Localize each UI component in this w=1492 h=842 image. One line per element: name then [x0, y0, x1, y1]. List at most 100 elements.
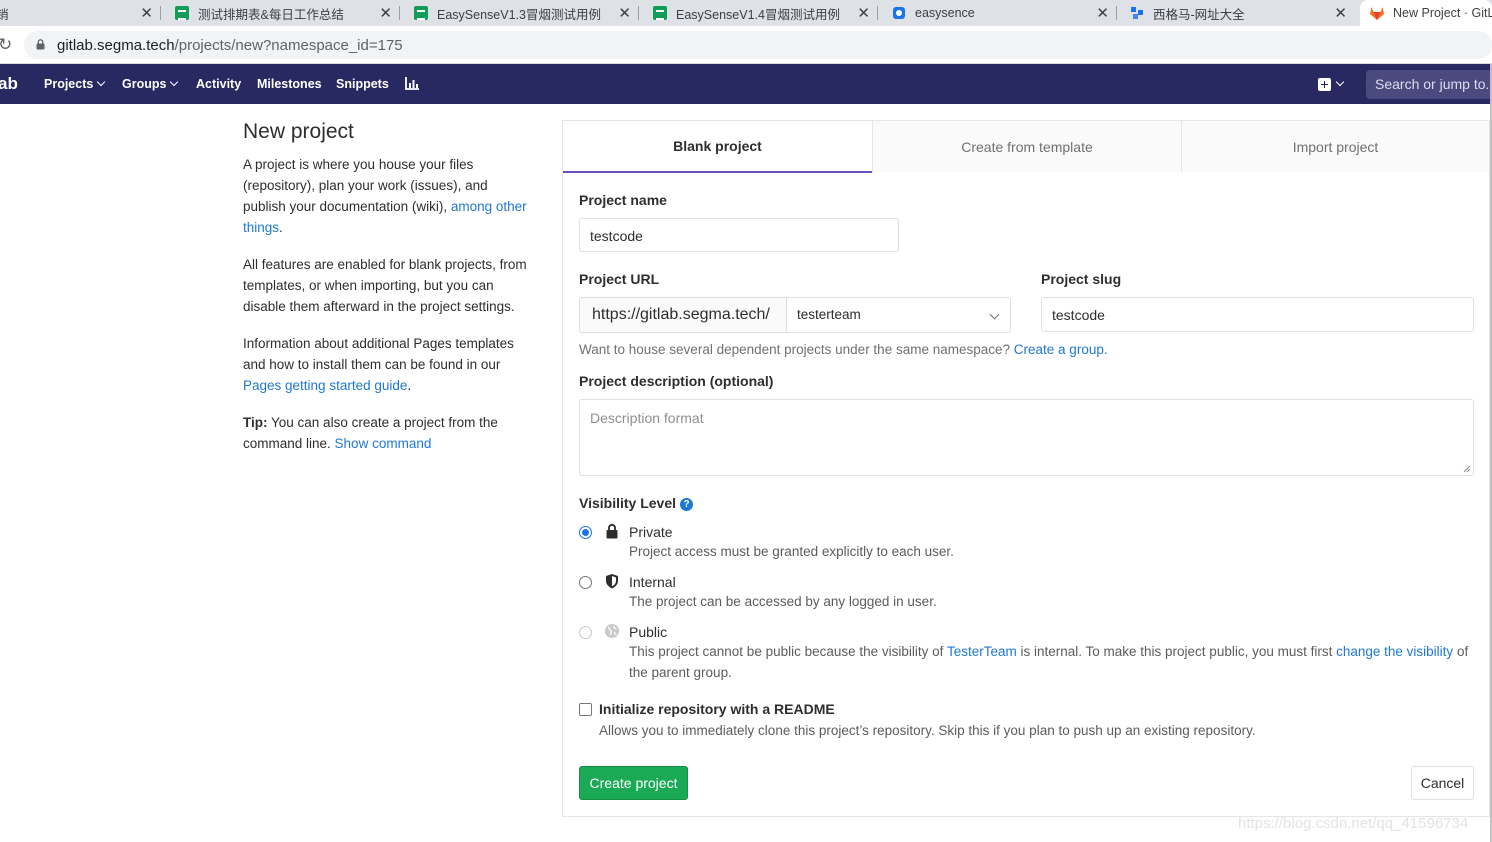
description-textarea[interactable]: Description format [579, 399, 1474, 476]
readme-label[interactable]: Initialize repository with a README [599, 701, 835, 717]
create-group-link[interactable]: Create a group. [1014, 342, 1108, 357]
plus-square-icon [1318, 77, 1331, 91]
chart-icon[interactable] [405, 77, 419, 90]
chevron-down-icon [170, 77, 179, 87]
shield-icon [606, 574, 618, 589]
search-input[interactable]: Search or jump to... [1366, 70, 1492, 99]
new-menu-button[interactable] [1318, 76, 1345, 92]
sheets-icon [175, 6, 189, 20]
project-name-input[interactable]: testcode [579, 218, 899, 252]
cancel-button[interactable]: Cancel [1411, 766, 1474, 800]
nav-groups-label: Groups [122, 77, 167, 91]
app-icon [1131, 7, 1143, 19]
browser-tab-strip: 销 ✕ 测试排期表&每日工作总结 ✕ EasySenseV1.3冒烟测试用例 ✕… [0, 0, 1492, 26]
namespace-help: Want to house several dependent projects… [579, 342, 1108, 357]
tab-import-project[interactable]: Import project [1181, 121, 1489, 172]
url-host: gitlab.segma.tech [57, 37, 175, 54]
gitlab-icon [1370, 7, 1384, 20]
project-slug-label: Project slug [1041, 271, 1122, 287]
sheets-icon [653, 6, 667, 20]
close-icon[interactable]: ✕ [618, 4, 631, 22]
intro-sidebar: New project A project is where you house… [243, 120, 533, 470]
visibility-private-radio[interactable] [579, 526, 592, 539]
browser-tab[interactable]: 西格马-网址大全 ✕ [1130, 0, 1355, 26]
chevron-down-icon [97, 77, 106, 87]
tab-separator [1116, 6, 1117, 20]
close-icon[interactable]: ✕ [140, 4, 153, 22]
browser-tab-active[interactable]: New Project · GitL [1360, 0, 1492, 26]
readme-help: Allows you to immediately clone this pro… [599, 723, 1256, 738]
lock-icon [606, 523, 618, 539]
nav-groups[interactable]: Groups [122, 77, 179, 91]
tab-separator [877, 6, 878, 20]
tab-blank-project[interactable]: Blank project [563, 121, 872, 173]
visibility-label: Visibility Level? [579, 495, 694, 512]
tip-paragraph: Tip: You can also create a project from … [243, 412, 533, 454]
nav-activity[interactable]: Activity [196, 77, 241, 91]
url-text: gitlab.segma.tech/projects/new?namespace… [57, 37, 403, 54]
close-icon[interactable]: ✕ [1096, 4, 1109, 22]
tab-create-from-template[interactable]: Create from template [872, 121, 1181, 172]
url-input[interactable]: gitlab.segma.tech/projects/new?namespace… [24, 31, 1492, 59]
close-icon[interactable]: ✕ [857, 4, 870, 22]
tab-title: New Project · GitL [1393, 6, 1492, 20]
chevron-down-icon [989, 309, 1000, 320]
nav-projects[interactable]: Projects [44, 77, 106, 91]
create-project-button[interactable]: Create project [579, 766, 688, 800]
description-label: Project description (optional) [579, 373, 774, 389]
tab-title: 销 [0, 7, 9, 22]
browser-tab[interactable]: EasySenseV1.4冒烟测试用例 ✕ [653, 0, 878, 26]
intro-text: Information about additional Pages templ… [243, 336, 514, 372]
tab-title: EasySenseV1.4冒烟测试用例 [676, 7, 840, 22]
tab-title: EasySenseV1.3冒烟测试用例 [437, 7, 601, 22]
pages-guide-link[interactable]: Pages getting started guide [243, 378, 407, 393]
testerteam-link[interactable]: TesterTeam [947, 644, 1017, 659]
help-icon[interactable]: ? [680, 498, 694, 511]
nav-milestones[interactable]: Milestones [257, 77, 322, 91]
gitlab-logo-text[interactable]: ab [0, 74, 18, 94]
project-type-tabs: Blank project Create from template Impor… [563, 121, 1489, 173]
visibility-public-desc: This project cannot be public because th… [629, 641, 1474, 683]
nav-snippets[interactable]: Snippets [336, 77, 389, 91]
browser-tab[interactable]: EasySenseV1.3冒烟测试用例 ✕ [414, 0, 639, 26]
intro-text-end: . [407, 378, 412, 393]
tab-title: easysence [915, 6, 975, 20]
description-placeholder: Description format [590, 410, 704, 426]
visibility-private-title: Private [629, 524, 673, 540]
browser-tab[interactable]: 销 ✕ [0, 0, 161, 26]
intro-text-end: . [279, 220, 283, 235]
tip-label: Tip: [243, 415, 268, 430]
chevron-down-icon [1335, 77, 1345, 87]
readme-checkbox[interactable] [579, 703, 592, 716]
visibility-internal-desc: The project can be accessed by any logge… [629, 594, 937, 609]
tab-separator [638, 6, 639, 20]
globe-icon [605, 624, 619, 638]
gitlab-navbar: ab Projects Groups Activity Milestones S… [0, 64, 1492, 104]
close-icon[interactable]: ✕ [379, 4, 392, 22]
browser-address-bar: ↻ gitlab.segma.tech/projects/new?namespa… [0, 26, 1492, 64]
reload-icon[interactable]: ↻ [0, 35, 12, 55]
watermark: https://blog.csdn.net/qq_41596734 [1238, 815, 1469, 832]
browser-tab[interactable]: 测试排期表&每日工作总结 ✕ [175, 0, 400, 26]
visibility-private-desc: Project access must be granted explicitl… [629, 544, 954, 559]
show-command-link[interactable]: Show command [335, 436, 432, 451]
namespace-help-text: Want to house several dependent projects… [579, 342, 1014, 357]
public-desc-text: This project cannot be public because th… [629, 644, 947, 659]
nav-projects-label: Projects [44, 77, 94, 91]
namespace-select[interactable]: testerteam [786, 297, 1011, 333]
lock-icon [36, 39, 45, 50]
resize-handle-icon[interactable] [1463, 465, 1471, 473]
project-slug-input[interactable]: testcode [1041, 297, 1474, 332]
change-visibility-link[interactable]: change the visibility [1336, 644, 1453, 659]
visibility-internal-radio[interactable] [579, 576, 592, 589]
visibility-internal-title: Internal [629, 574, 676, 590]
url-prefix: https://gitlab.segma.tech/ [579, 297, 787, 333]
tab-separator [160, 6, 161, 20]
visibility-public-radio[interactable] [579, 626, 592, 639]
tab-title: 西格马-网址大全 [1153, 7, 1245, 22]
page-title: New project [243, 120, 354, 143]
close-icon[interactable]: ✕ [1334, 4, 1347, 22]
visibility-public-title: Public [629, 624, 668, 640]
browser-tab[interactable]: easysence ✕ [892, 0, 1117, 26]
project-name-label: Project name [579, 192, 667, 208]
